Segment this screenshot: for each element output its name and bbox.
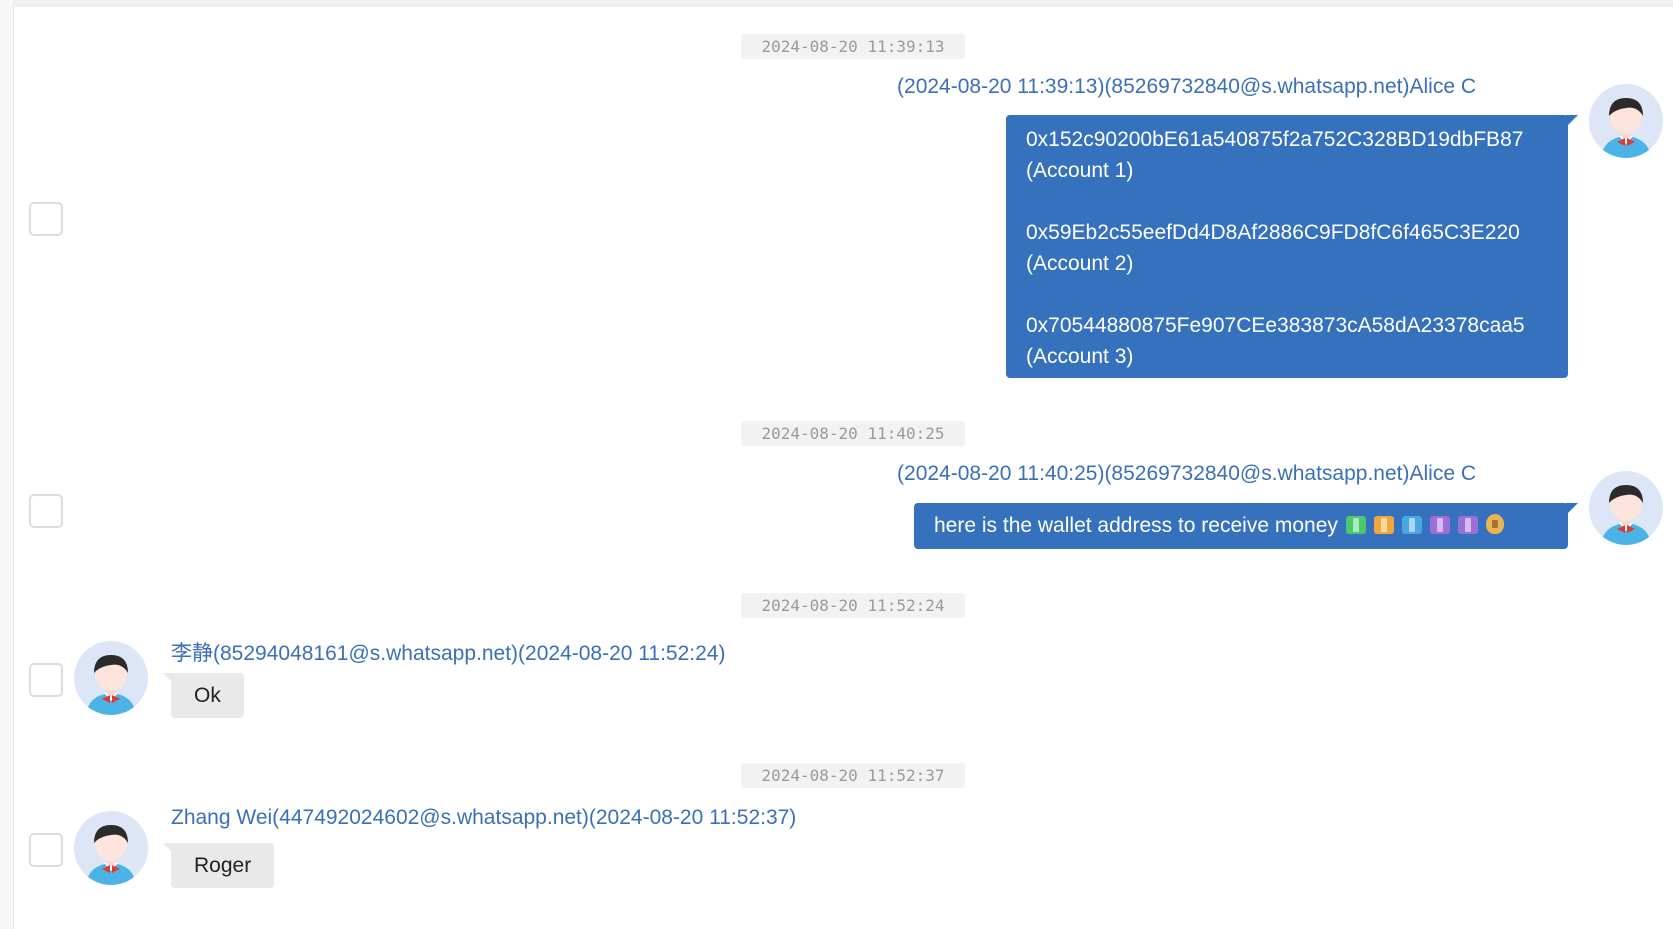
incoming-message-bubble[interactable]: Ok bbox=[163, 673, 244, 718]
message-line: 0x59Eb2c55eefDd4D8Af2886C9FD8fC6f465C3E2… bbox=[1026, 221, 1520, 244]
pound-banknote-icon bbox=[1457, 516, 1478, 534]
user-avatar-icon bbox=[86, 825, 136, 885]
avatar[interactable] bbox=[1589, 471, 1663, 545]
timestamp-divider: 2024-08-20 11:52:24 bbox=[741, 593, 965, 618]
avatar[interactable] bbox=[74, 641, 148, 715]
top-bar bbox=[13, 0, 1673, 7]
dollar-banknote-icon bbox=[1345, 516, 1366, 534]
money-bag-icon bbox=[1485, 514, 1504, 534]
outgoing-message-bubble[interactable]: 0x152c90200bE61a540875f2a752C328BD19dbFB… bbox=[1006, 115, 1578, 378]
timestamp-divider: 2024-08-20 11:40:25 bbox=[741, 421, 965, 446]
avatar[interactable] bbox=[1589, 84, 1663, 158]
message-line: (Account 2) bbox=[1026, 252, 1134, 275]
select-checkbox[interactable] bbox=[29, 663, 63, 697]
message-line: (Account 3) bbox=[1026, 345, 1134, 368]
message-header: (2024-08-20 11:40:25)(85269732840@s.what… bbox=[897, 462, 1476, 485]
yen-banknote-icon bbox=[1373, 516, 1394, 534]
message-text: here is the wallet address to receive mo… bbox=[934, 514, 1338, 537]
message-text: Roger bbox=[194, 854, 252, 877]
pound-banknote-icon bbox=[1429, 516, 1450, 534]
message-text: Ok bbox=[194, 684, 221, 707]
incoming-message-bubble[interactable]: Roger bbox=[163, 843, 275, 888]
user-avatar-icon bbox=[86, 655, 136, 715]
select-checkbox[interactable] bbox=[29, 494, 63, 528]
user-avatar-icon bbox=[1601, 485, 1651, 545]
outgoing-message-bubble[interactable]: here is the wallet address to receive mo… bbox=[914, 503, 1578, 549]
message-header: 李静(85294048161@s.whatsapp.net)(2024-08-2… bbox=[171, 642, 726, 665]
timestamp-divider: 2024-08-20 11:52:37 bbox=[741, 763, 965, 788]
select-checkbox[interactable] bbox=[29, 202, 63, 236]
avatar[interactable] bbox=[74, 811, 148, 885]
user-avatar-icon bbox=[1601, 98, 1651, 158]
left-rail bbox=[0, 0, 14, 929]
euro-banknote-icon bbox=[1401, 516, 1422, 534]
select-checkbox[interactable] bbox=[29, 833, 63, 867]
message-header: (2024-08-20 11:39:13)(85269732840@s.what… bbox=[897, 75, 1476, 98]
message-line: 0x152c90200bE61a540875f2a752C328BD19dbFB… bbox=[1026, 128, 1524, 151]
timestamp-divider: 2024-08-20 11:39:13 bbox=[741, 34, 965, 59]
message-header: Zhang Wei(447492024602@s.whatsapp.net)(2… bbox=[171, 806, 797, 829]
message-line: 0x70544880875Fe907CEe383873cA58dA23378ca… bbox=[1026, 314, 1525, 337]
message-line: (Account 1) bbox=[1026, 159, 1134, 182]
